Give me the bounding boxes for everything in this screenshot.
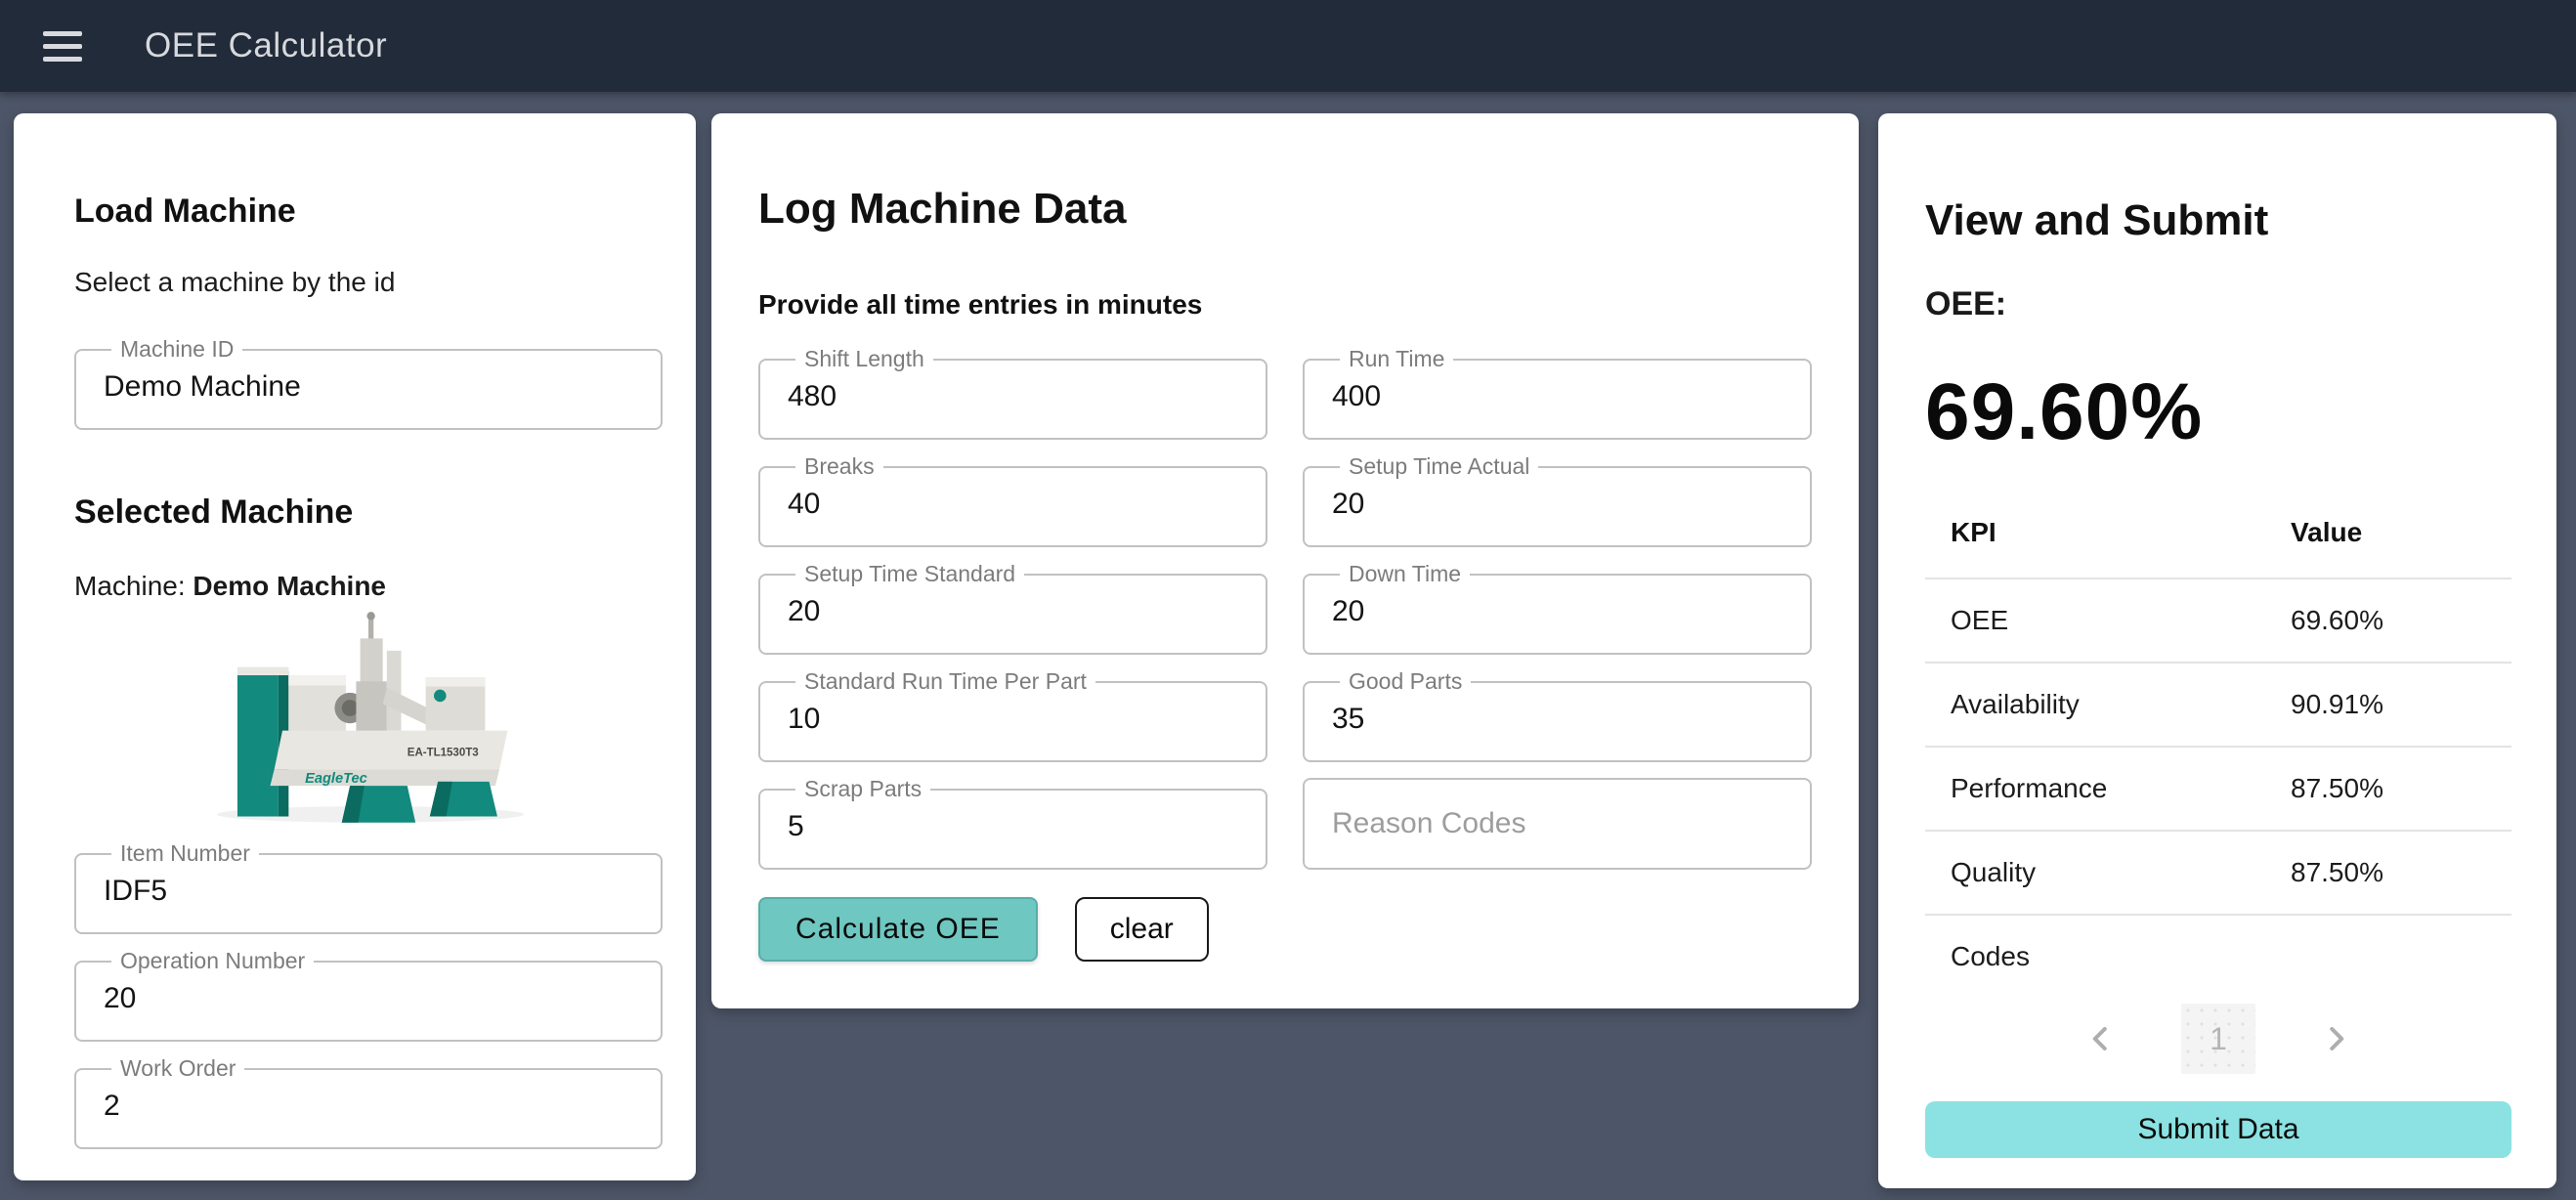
machine-data-form: Shift Length Run Time Breaks Setup Time …: [758, 348, 1812, 870]
oee-label: OEE:: [1925, 285, 2512, 323]
table-row: OEE 69.60%: [1925, 579, 2512, 663]
scrap-parts-input[interactable]: [786, 800, 1240, 867]
value-header: Value: [2265, 499, 2512, 579]
good-parts-field: Good Parts: [1303, 670, 1812, 762]
clear-button[interactable]: clear: [1075, 897, 1209, 962]
app-title: OEE Calculator: [145, 26, 387, 65]
machine-brand-text: EagleTec: [305, 771, 367, 787]
log-machine-data-heading: Log Machine Data: [758, 184, 1812, 235]
kpi-header: KPI: [1925, 499, 2265, 579]
page-number[interactable]: 1: [2181, 1004, 2255, 1074]
setup-time-standard-field: Setup Time Standard: [758, 563, 1267, 655]
breaks-input[interactable]: [786, 478, 1240, 544]
operation-number-label: Operation Number: [111, 950, 314, 972]
setup-time-standard-input[interactable]: [786, 585, 1240, 652]
breaks-field: Breaks: [758, 455, 1267, 547]
menu-button[interactable]: [39, 15, 102, 77]
machine-id-input[interactable]: [102, 361, 635, 427]
standard-run-time-field: Standard Run Time Per Part: [758, 670, 1267, 762]
work-order-label: Work Order: [111, 1057, 244, 1080]
calculate-oee-button[interactable]: Calculate OEE: [758, 897, 1038, 962]
machine-label: Machine:: [74, 571, 186, 601]
run-time-field: Run Time: [1303, 348, 1812, 440]
machine-model-text: EA-TL1530T3: [408, 748, 479, 759]
table-row: Quality 87.50%: [1925, 831, 2512, 915]
item-number-field: Item Number: [74, 842, 663, 934]
view-submit-card: View and Submit OEE: 69.60% KPI Value OE…: [1878, 113, 2556, 1188]
pagination: 1: [1925, 1004, 2512, 1074]
machine-name: Demo Machine: [193, 571, 386, 601]
load-machine-subheading: Select a machine by the id: [74, 266, 663, 299]
form-actions: Calculate OEE clear: [758, 897, 1812, 962]
shift-length-input[interactable]: [786, 370, 1240, 437]
chevron-left-icon: [2086, 1024, 2116, 1053]
app-bar: OEE Calculator: [0, 0, 2576, 92]
machine-id-label: Machine ID: [111, 338, 242, 361]
operation-number-input[interactable]: [102, 972, 635, 1039]
submit-data-button[interactable]: Submit Data: [1925, 1101, 2512, 1158]
work-order-field: Work Order: [74, 1057, 663, 1149]
scrap-parts-field: Scrap Parts: [758, 778, 1267, 870]
reason-codes-field: [1303, 778, 1812, 870]
work-order-input[interactable]: [102, 1080, 635, 1146]
table-row: Performance 87.50%: [1925, 747, 2512, 831]
load-machine-card: Load Machine Select a machine by the id …: [14, 113, 696, 1180]
run-time-input[interactable]: [1330, 370, 1784, 437]
oee-calculator-page: OEE Calculator Load Machine Select a mac…: [0, 0, 2576, 1200]
down-time-input[interactable]: [1330, 585, 1784, 652]
log-machine-data-card: Log Machine Data Provide all time entrie…: [711, 113, 1859, 1008]
good-parts-input[interactable]: [1330, 693, 1784, 759]
oee-value: 69.60%: [1925, 366, 2512, 458]
cnc-machine-illustration: EagleTec EA-TL1530T3: [194, 610, 542, 827]
item-number-label: Item Number: [111, 842, 259, 865]
machine-id-field: Machine ID: [74, 338, 663, 430]
item-number-input[interactable]: [102, 865, 635, 931]
table-row: Availability 90.91%: [1925, 663, 2512, 747]
standard-run-time-input[interactable]: [786, 693, 1240, 759]
load-machine-heading: Load Machine: [74, 192, 663, 231]
operation-number-field: Operation Number: [74, 950, 663, 1042]
selected-machine-line: Machine: Demo Machine: [74, 571, 663, 602]
machine-image: EagleTec EA-TL1530T3: [74, 610, 663, 827]
reason-codes-input[interactable]: [1332, 807, 1782, 840]
kpi-table-header-row: KPI Value: [1925, 499, 2512, 579]
time-entries-note: Provide all time entries in minutes: [758, 289, 1812, 321]
selected-machine-heading: Selected Machine: [74, 493, 663, 532]
previous-page-button[interactable]: [2074, 1011, 2128, 1066]
down-time-field: Down Time: [1303, 563, 1812, 655]
setup-time-actual-input[interactable]: [1330, 478, 1784, 544]
next-page-button[interactable]: [2308, 1011, 2363, 1066]
setup-time-actual-field: Setup Time Actual: [1303, 455, 1812, 547]
shift-length-field: Shift Length: [758, 348, 1267, 440]
kpi-table: KPI Value OEE 69.60% Availability 90.91%…: [1925, 499, 2512, 998]
table-row: Codes: [1925, 915, 2512, 998]
chevron-right-icon: [2321, 1024, 2350, 1053]
hamburger-icon: [43, 31, 82, 36]
view-submit-heading: View and Submit: [1925, 195, 2512, 246]
